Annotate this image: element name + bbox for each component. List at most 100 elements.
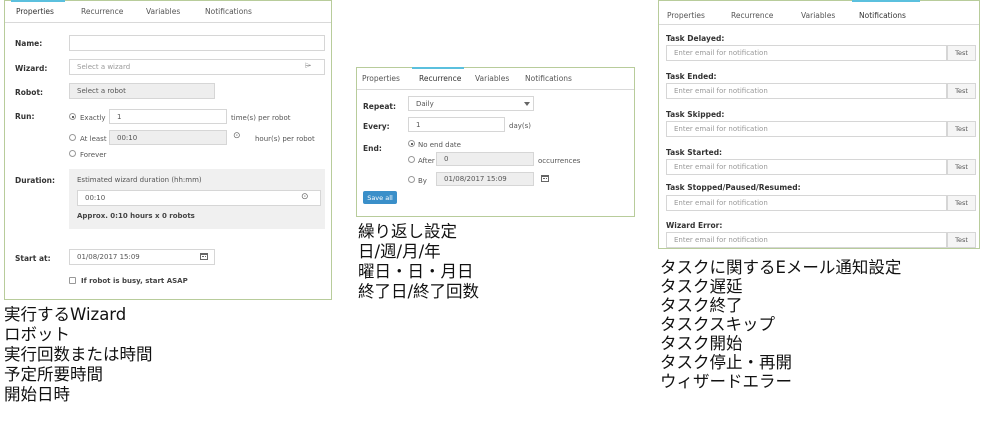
start-input[interactable]: 01/08/2017 15:09 <box>69 249 215 265</box>
chevron-down-icon[interactable] <box>524 102 530 106</box>
atleast-radio[interactable] <box>69 134 76 141</box>
test-button[interactable]: Test <box>947 45 976 61</box>
email-input[interactable]: Enter email for notification <box>666 232 947 248</box>
duration-title: Estimated wizard duration (hh:mm) <box>77 176 202 184</box>
tab-recurrence[interactable]: Recurrence <box>81 7 123 16</box>
robot-select[interactable]: Select a robot <box>69 83 215 99</box>
email-input[interactable]: Enter email for notification <box>666 45 947 61</box>
by-input[interactable]: 01/08/2017 15:09 <box>436 172 534 186</box>
caption-line: 実行するWizard <box>4 305 127 324</box>
test-label: Test <box>955 49 968 57</box>
caption-line: 日/週/月/年 <box>358 242 441 261</box>
caption-line: タスク停止・再開 <box>660 353 792 372</box>
tab-variables[interactable]: Variables <box>801 11 835 20</box>
caption-line: 開始日時 <box>4 385 70 404</box>
duration-input[interactable]: 00:10 <box>77 190 321 206</box>
clock-icon[interactable]: ⊙ <box>301 193 309 202</box>
caption-middle: 繰り返し設定 日/週/月/年 曜日・日・月日 終了日/終了回数 <box>358 222 479 302</box>
by-label: By <box>418 177 427 185</box>
repeat-select[interactable]: Daily <box>408 96 534 111</box>
tab-notifications[interactable]: Notifications <box>205 7 252 16</box>
after-label: After <box>418 157 435 165</box>
caption-line: 終了日/終了回数 <box>358 282 480 301</box>
after-input[interactable]: 0 <box>436 152 534 166</box>
forever-label: Forever <box>80 151 107 159</box>
atleast-input[interactable]: 00:10 <box>109 130 227 145</box>
by-radio[interactable] <box>408 176 415 183</box>
row-label: Wizard Error: <box>666 221 723 230</box>
tab-properties[interactable]: Properties <box>16 7 54 16</box>
name-input[interactable] <box>69 35 325 51</box>
active-tab-indicator <box>412 67 464 69</box>
caption-line: 繰り返し設定 <box>358 222 457 241</box>
email-input[interactable]: Enter email for notification <box>666 83 947 99</box>
folder-icon[interactable]: ⌲ <box>305 62 311 70</box>
wizard-placeholder: Select a wizard <box>77 63 131 71</box>
every-unit: day(s) <box>509 122 531 130</box>
caption-line: タスク開始 <box>660 334 743 353</box>
tab-properties[interactable]: Properties <box>362 74 400 83</box>
calendar-icon[interactable] <box>200 253 208 260</box>
tab-recurrence[interactable]: Recurrence <box>419 74 461 83</box>
caption-line: ウィザードエラー <box>660 372 792 391</box>
test-label: Test <box>955 125 968 133</box>
save-all-button[interactable]: Save all <box>363 191 397 204</box>
tab-properties[interactable]: Properties <box>667 11 705 20</box>
duration-label: Duration: <box>15 176 55 185</box>
row-label: Task Delayed: <box>666 34 725 43</box>
asap-label: If robot is busy, start ASAP <box>81 277 188 285</box>
active-tab-indicator <box>11 0 65 2</box>
row-label: Task Started: <box>666 148 723 157</box>
no-end-radio[interactable] <box>408 140 415 147</box>
every-value: 1 <box>416 120 421 129</box>
every-label: Every: <box>363 122 390 131</box>
test-button[interactable]: Test <box>947 195 976 211</box>
test-button[interactable]: Test <box>947 159 976 175</box>
email-placeholder: Enter email for notification <box>674 163 768 171</box>
exactly-value: 1 <box>117 112 122 121</box>
email-input[interactable]: Enter email for notification <box>666 121 947 137</box>
atleast-label: At least <box>80 135 107 143</box>
email-input[interactable]: Enter email for notification <box>666 159 947 175</box>
exactly-radio[interactable] <box>69 113 76 120</box>
after-radio[interactable] <box>408 156 415 163</box>
duration-approx: Approx. 0:10 hours x 0 robots <box>77 212 195 220</box>
duration-value: 00:10 <box>85 194 106 202</box>
email-placeholder: Enter email for notification <box>674 236 768 244</box>
tab-bar: Properties Recurrence Variables Notifica… <box>659 0 979 25</box>
every-input[interactable]: 1 <box>408 117 505 132</box>
tab-notifications[interactable]: Notifications <box>859 11 906 20</box>
robot-label: Robot: <box>15 88 44 97</box>
wizard-label: Wizard: <box>15 64 48 73</box>
test-button[interactable]: Test <box>947 121 976 137</box>
repeat-label: Repeat: <box>363 102 396 111</box>
tab-variables[interactable]: Variables <box>475 74 509 83</box>
start-value: 01/08/2017 15:09 <box>77 253 140 261</box>
test-label: Test <box>955 199 968 207</box>
test-label: Test <box>955 163 968 171</box>
exactly-input[interactable]: 1 <box>109 109 227 124</box>
test-button[interactable]: Test <box>947 83 976 99</box>
calendar-icon[interactable] <box>541 175 549 182</box>
caption-line: 曜日・日・月日 <box>358 262 474 281</box>
after-unit: occurrences <box>538 157 581 165</box>
end-label: End: <box>363 144 382 153</box>
test-button[interactable]: Test <box>947 232 976 248</box>
forever-radio[interactable] <box>69 150 76 157</box>
caption-line: タスク終了 <box>660 296 743 315</box>
email-input[interactable]: Enter email for notification <box>666 195 947 211</box>
email-placeholder: Enter email for notification <box>674 125 768 133</box>
wizard-select[interactable]: Select a wizard <box>69 59 325 75</box>
caption-line: 予定所要時間 <box>4 365 103 384</box>
asap-checkbox[interactable] <box>69 277 76 284</box>
clock-icon[interactable]: ⊙ <box>233 132 241 141</box>
tab-variables[interactable]: Variables <box>146 7 180 16</box>
by-value: 01/08/2017 15:09 <box>444 175 507 183</box>
no-end-label: No end date <box>418 141 461 149</box>
repeat-value: Daily <box>416 99 434 108</box>
tab-notifications[interactable]: Notifications <box>525 74 572 83</box>
after-value: 0 <box>444 155 449 163</box>
exactly-label: Exactly <box>80 114 106 122</box>
email-placeholder: Enter email for notification <box>674 87 768 95</box>
tab-recurrence[interactable]: Recurrence <box>731 11 773 20</box>
